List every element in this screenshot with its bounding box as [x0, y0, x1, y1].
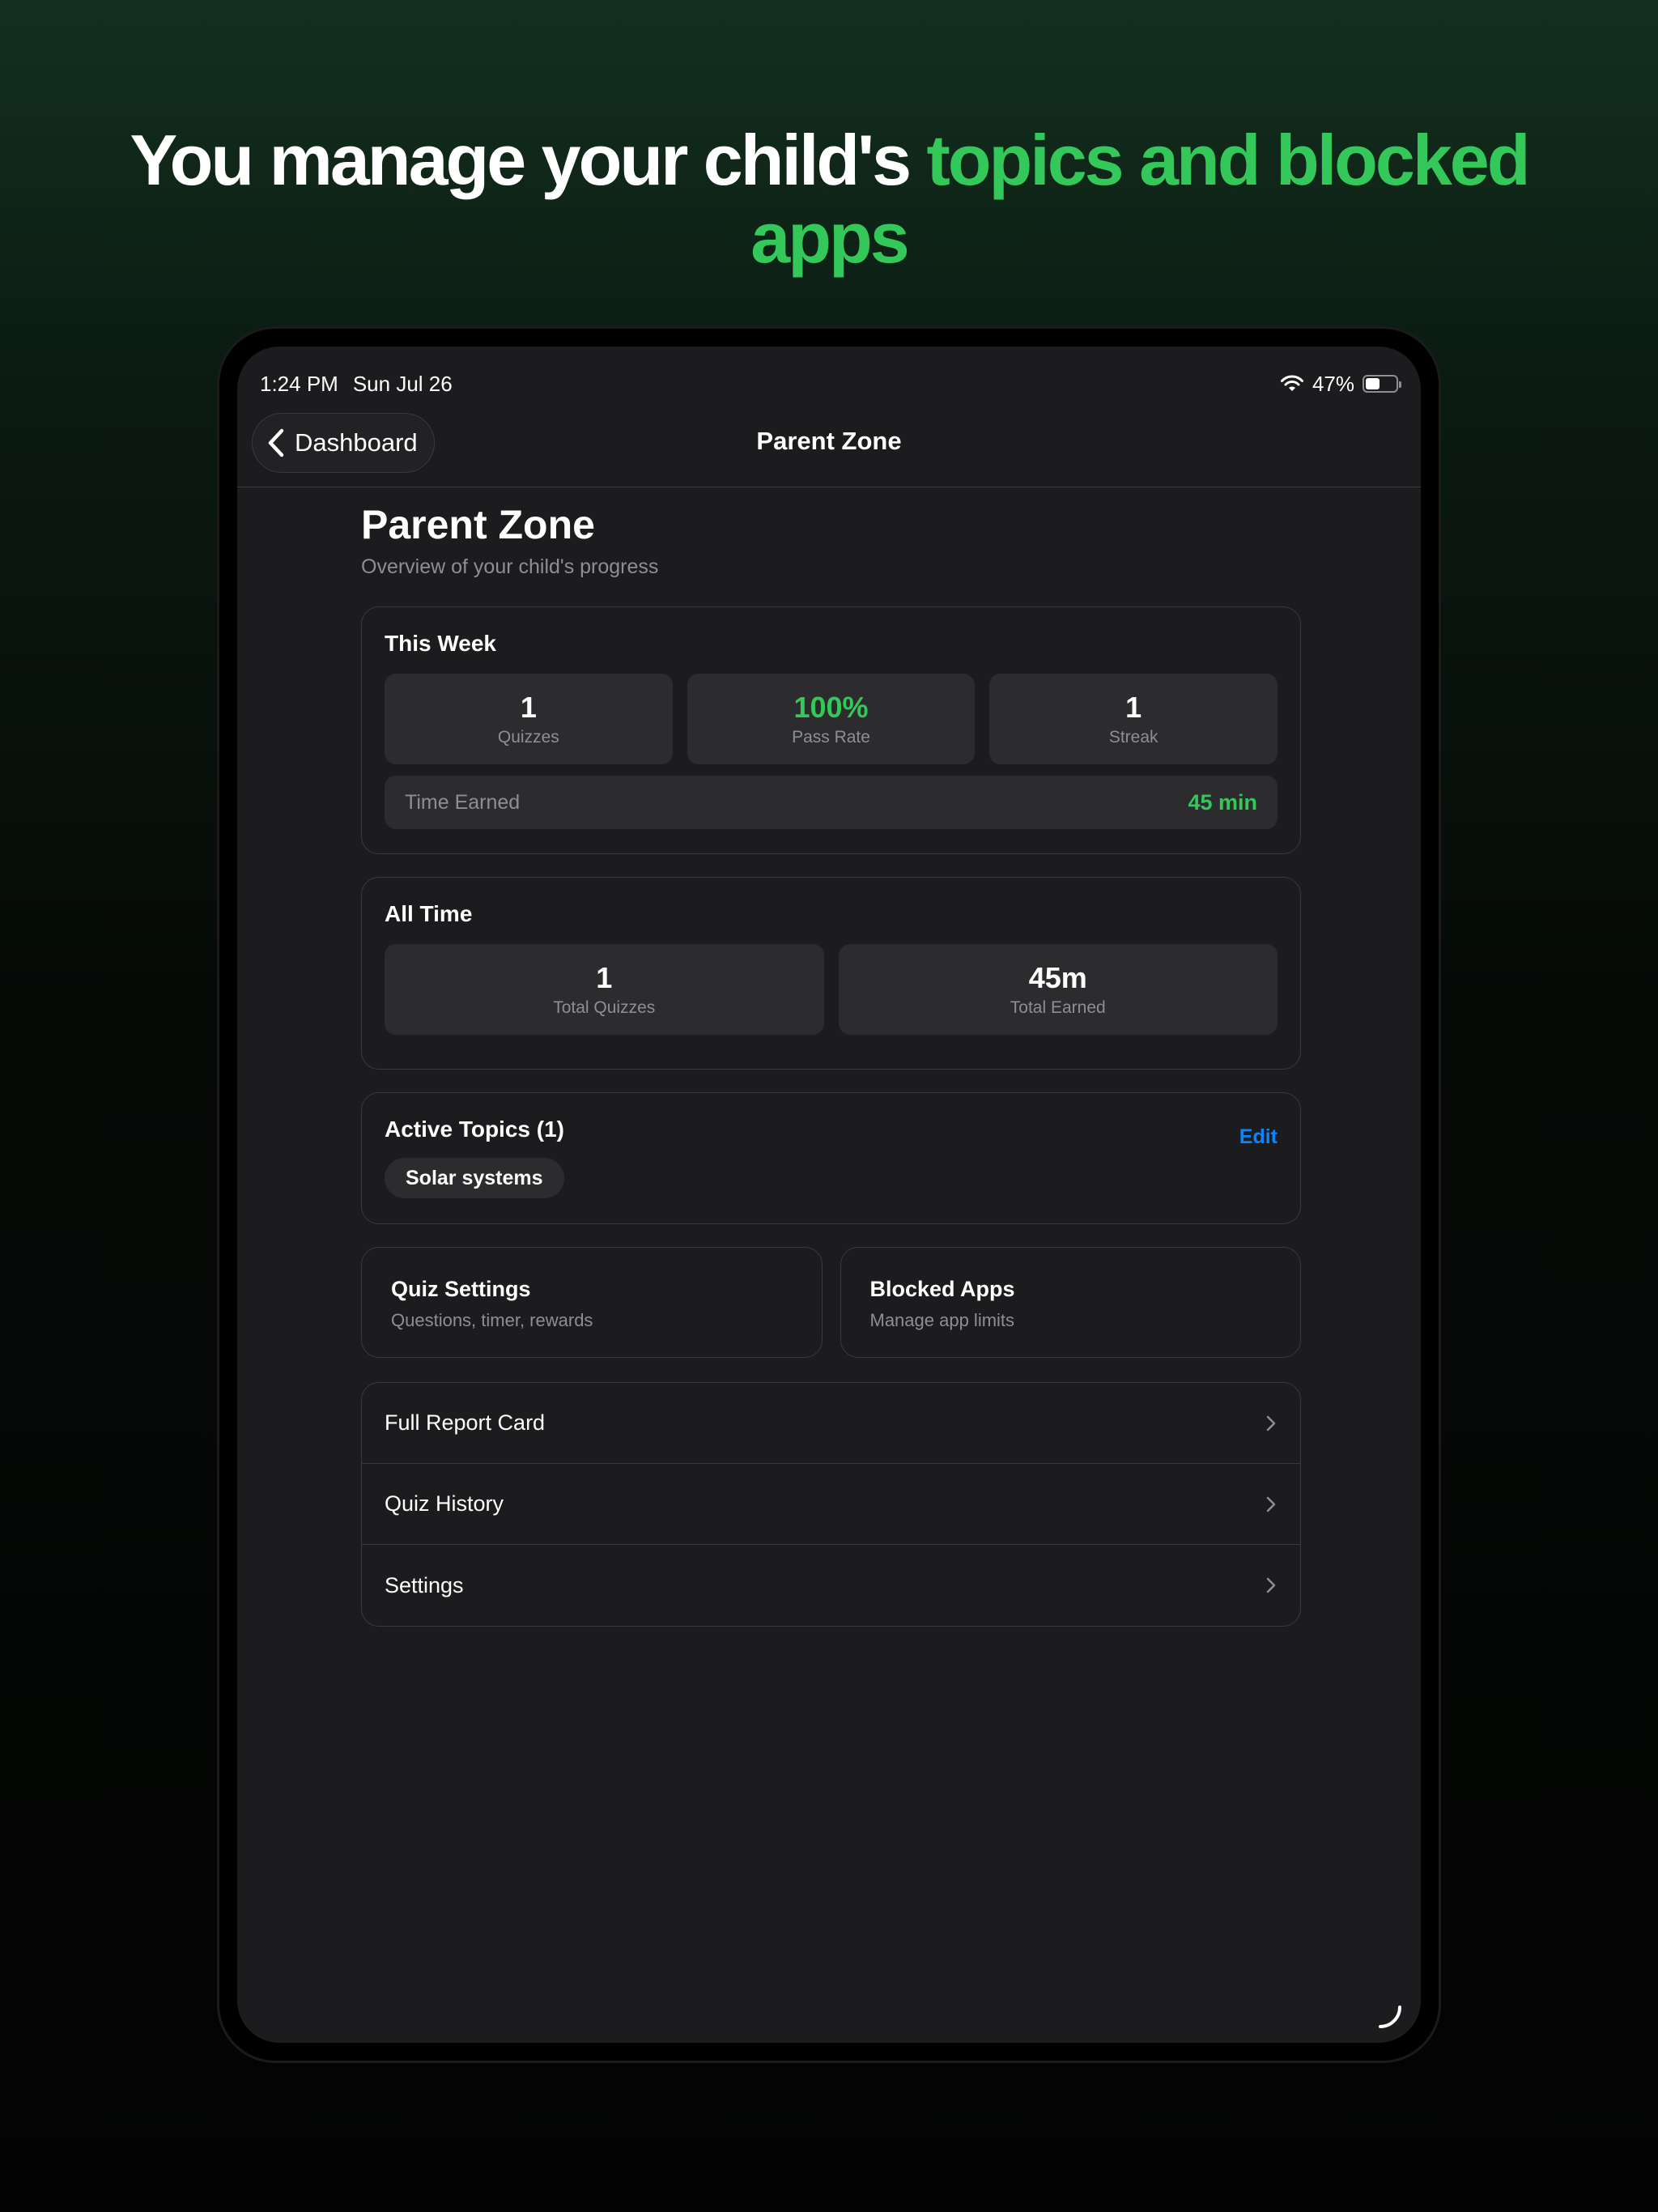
- all-time-stats: 1 Total Quizzes 45m Total Earned: [385, 944, 1278, 1035]
- stat-label: Pass Rate: [792, 728, 870, 747]
- tablet-frame: 1:24 PM Sun Jul 26 47% Dashboard Parent …: [217, 326, 1441, 2063]
- tile-title: Blocked Apps: [869, 1277, 1015, 1301]
- headline: You manage your child's topics and block…: [81, 121, 1577, 277]
- battery-icon: [1363, 375, 1401, 393]
- this-week-stats: 1 Quizzes 100% Pass Rate 1 Streak: [385, 674, 1278, 764]
- blocked-apps-tile[interactable]: Blocked Apps Manage app limits: [840, 1247, 1301, 1358]
- stat-value: 1: [520, 691, 537, 724]
- stat-label: Quizzes: [497, 728, 559, 747]
- battery-percent: 47%: [1312, 371, 1354, 396]
- status-bar: 1:24 PM Sun Jul 26 47%: [260, 369, 1401, 398]
- page-subtitle: Overview of your child's progress: [361, 555, 659, 578]
- battery-fill: [1366, 378, 1380, 389]
- chevron-right-icon: [1266, 1577, 1276, 1593]
- stat-quizzes: 1 Quizzes: [385, 674, 673, 764]
- time-earned-row: Time Earned 45 min: [385, 776, 1278, 829]
- nav-title: Parent Zone: [756, 427, 902, 455]
- page-title: Parent Zone: [361, 502, 595, 547]
- tile-title: Quiz Settings: [391, 1277, 531, 1301]
- stat-label: Total Earned: [1010, 998, 1106, 1017]
- stat-pass-rate: 100% Pass Rate: [687, 674, 976, 764]
- stat-streak: 1 Streak: [989, 674, 1278, 764]
- menu-item-settings[interactable]: Settings: [362, 1545, 1300, 1626]
- stat-total-quizzes: 1 Total Quizzes: [385, 944, 824, 1035]
- wifi-icon: [1280, 375, 1303, 391]
- chevron-right-icon: [1266, 1496, 1276, 1512]
- stat-value: 1: [1125, 691, 1142, 724]
- navigation-bar: Dashboard Parent Zone: [237, 395, 1421, 487]
- edit-topics-link[interactable]: Edit: [1239, 1125, 1278, 1149]
- status-right: 47%: [1280, 371, 1401, 397]
- main-content: Parent Zone Overview of your child's pro…: [361, 500, 1301, 1627]
- menu-item-label: Full Report Card: [385, 1410, 546, 1435]
- time-earned-value: 45 min: [1188, 789, 1257, 815]
- all-time-card: All Time 1 Total Quizzes 45m Total Earne…: [361, 877, 1301, 1070]
- active-topics-title: Active Topics (1): [385, 1117, 564, 1142]
- headline-prefix: You manage your child's: [130, 120, 912, 200]
- menu-list: Full Report Card Quiz History Settings: [361, 1382, 1301, 1627]
- stat-value: 1: [596, 961, 613, 994]
- menu-item-quiz-history[interactable]: Quiz History: [362, 1464, 1300, 1545]
- tile-subtitle: Manage app limits: [869, 1310, 1015, 1330]
- this-week-card: This Week 1 Quizzes 100% Pass Rate 1 Str…: [361, 606, 1301, 854]
- stat-total-earned: 45m Total Earned: [838, 944, 1278, 1035]
- quiz-settings-tile[interactable]: Quiz Settings Questions, timer, rewards: [361, 1247, 823, 1358]
- stat-value: 100%: [793, 691, 869, 724]
- chevron-right-icon: [1266, 1415, 1276, 1431]
- menu-item-label: Quiz History: [385, 1491, 504, 1516]
- stat-value: 45m: [1028, 961, 1087, 994]
- status-date: Sun Jul 26: [352, 371, 453, 396]
- menu-item-label: Settings: [385, 1572, 464, 1597]
- topic-chip: Solar systems: [385, 1158, 564, 1198]
- resize-corner-icon: [1379, 2006, 1401, 2028]
- stat-label: Total Quizzes: [553, 998, 656, 1017]
- menu-item-full-report-card[interactable]: Full Report Card: [362, 1383, 1300, 1464]
- stat-label: Streak: [1108, 728, 1158, 747]
- screen: 1:24 PM Sun Jul 26 47% Dashboard Parent …: [237, 347, 1421, 2043]
- time-earned-label: Time Earned: [405, 790, 521, 814]
- tile-subtitle: Questions, timer, rewards: [391, 1310, 593, 1330]
- all-time-title: All Time: [385, 901, 473, 926]
- settings-tiles: Quiz Settings Questions, timer, rewards …: [361, 1247, 1301, 1358]
- active-topics-card: Active Topics (1) Edit Solar systems: [361, 1092, 1301, 1224]
- status-time: 1:24 PM: [260, 371, 338, 396]
- this-week-title: This Week: [385, 631, 496, 656]
